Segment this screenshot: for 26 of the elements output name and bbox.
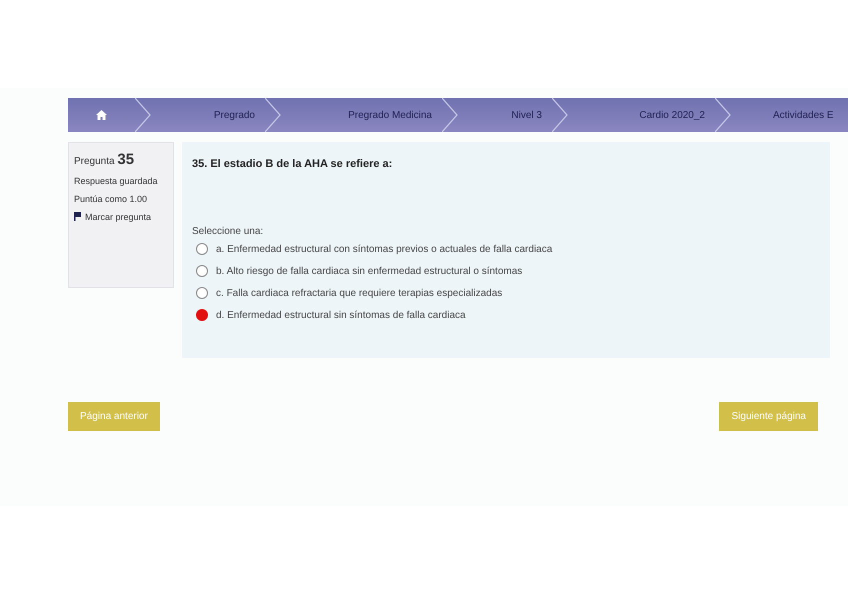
answer-option[interactable]: c. Falla cardiaca refractaria que requiere terapias especializadas bbox=[216, 288, 502, 298]
flag-icon[interactable] bbox=[74, 212, 81, 221]
radio-button[interactable] bbox=[196, 265, 208, 277]
breadcrumb-link[interactable]: Pregrado Medicina bbox=[281, 98, 442, 132]
radio-button[interactable] bbox=[196, 309, 208, 321]
chevron-icon bbox=[552, 98, 568, 132]
chevron-icon bbox=[442, 98, 458, 132]
breadcrumb-link[interactable]: Actividades E bbox=[731, 98, 848, 132]
chevron-icon bbox=[265, 98, 281, 132]
radio-button[interactable] bbox=[196, 243, 208, 255]
radio-button[interactable] bbox=[196, 287, 208, 299]
breadcrumb-link[interactable]: Pregrado bbox=[151, 98, 265, 132]
breadcrumb-link[interactable]: Cardio 2020_2 bbox=[568, 98, 715, 132]
question-text: 35. El estadio B de la AHA se refiere a: bbox=[192, 158, 394, 170]
answer-option[interactable]: b. Alto riesgo de falla cardiaca sin enfermedad estructural o síntomas bbox=[216, 266, 522, 276]
breadcrumb-link[interactable]: Nivel 3 bbox=[458, 98, 552, 132]
answer-status: Respuesta guardada bbox=[74, 176, 159, 186]
question-number: Pregunta 35 bbox=[74, 151, 136, 168]
chevron-icon bbox=[715, 98, 731, 132]
answer-option[interactable]: d. Enfermedad estructural sin síntomas de falla cardiaca bbox=[216, 310, 466, 320]
home-icon[interactable] bbox=[96, 110, 107, 120]
flag-question-link[interactable]: Marcar pregunta bbox=[85, 212, 152, 222]
answer-option[interactable]: a. Enfermedad estructural con síntomas previos o actuales de falla cardiaca bbox=[216, 244, 552, 254]
select-prompt: Seleccione una: bbox=[192, 226, 264, 237]
score-text: Puntúa como 1.00 bbox=[74, 194, 148, 204]
chevron-icon bbox=[135, 98, 151, 132]
